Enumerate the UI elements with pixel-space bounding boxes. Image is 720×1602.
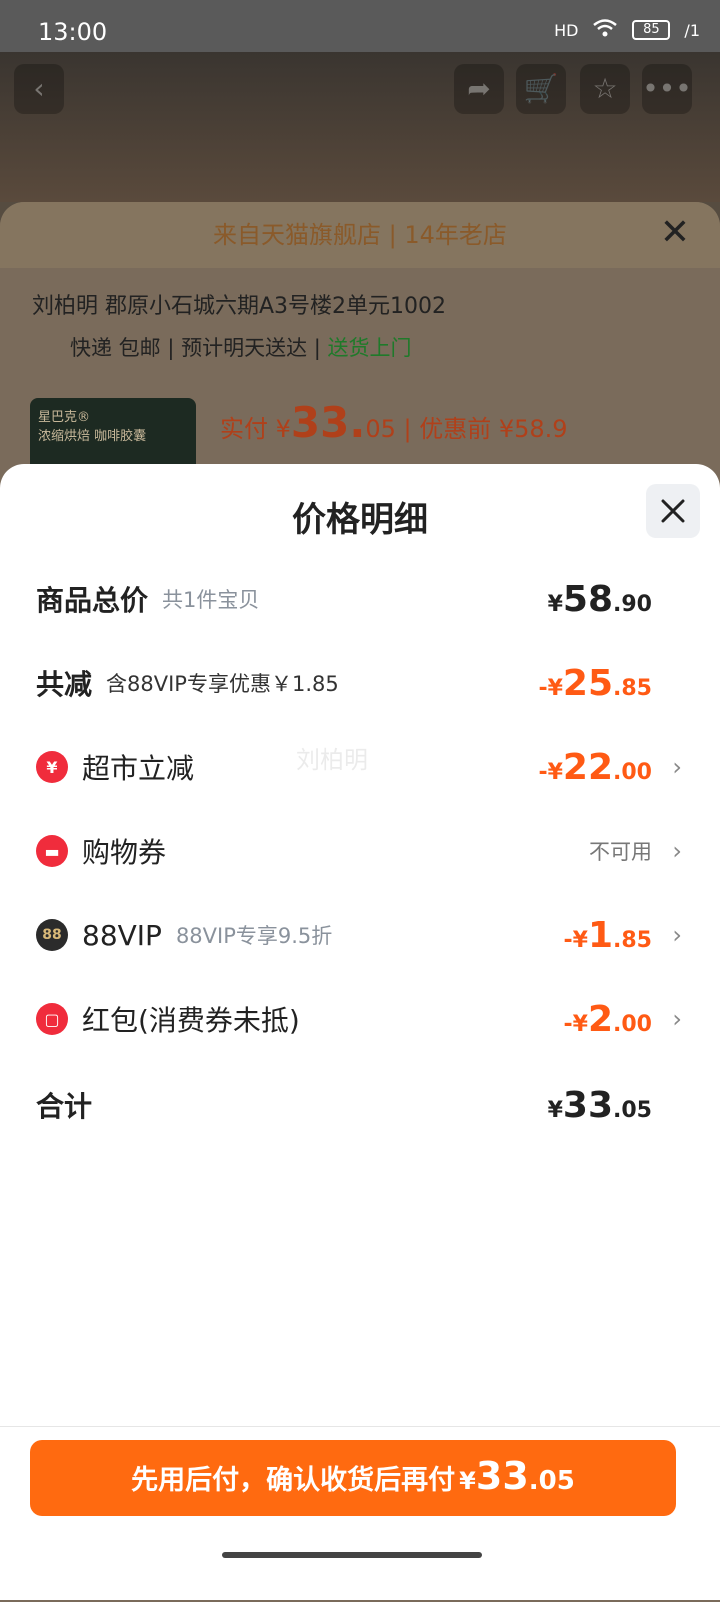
amount-int: 1: [587, 914, 614, 956]
chevron-right-icon: ›: [672, 753, 682, 781]
signal-icon: HD: [554, 20, 579, 40]
row-label: 购物券: [82, 836, 167, 869]
share-icon: ➦: [454, 64, 504, 114]
row-grand-total: 合计 ¥33.05: [36, 1080, 682, 1130]
amount-dec: .00: [613, 1011, 652, 1037]
ticket-icon: ▬: [36, 835, 68, 867]
currency: -¥: [563, 927, 588, 953]
currency: -¥: [538, 759, 563, 785]
close-button[interactable]: [646, 484, 700, 538]
delivery-tag: 送货上门: [327, 336, 412, 360]
delivery-info: 快递 包邮 | 预计明天送达 | 送货上门: [70, 332, 412, 362]
store-banner: 来自天猫旗舰店 | 14年老店: [0, 202, 720, 268]
home-indicator[interactable]: [222, 1552, 482, 1558]
delivery-text: 快递 包邮 | 预计明天送达 |: [70, 336, 321, 360]
amount-int: 33: [562, 1084, 614, 1126]
paid-price: 实付 ¥33.05 | 优惠前 ¥58.9: [220, 398, 568, 447]
amount-dec: .85: [613, 927, 652, 953]
pay-amount-int: 33: [475, 1454, 529, 1498]
chevron-right-icon: ›: [672, 837, 682, 865]
row-total-discount: 共减 含88VIP专享优惠￥1.85 -¥ 25.85: [36, 658, 682, 708]
currency: -¥: [563, 1011, 588, 1037]
row-label: 88VIP: [82, 918, 162, 952]
row-amount: -¥ 22.00: [538, 747, 652, 788]
pay-amount-dec: .05: [528, 1466, 575, 1496]
row-label: 超市立减: [82, 752, 195, 785]
row-sub: 88VIP专享9.5折: [175, 924, 333, 948]
row-88vip[interactable]: 88 88VIP 88VIP专享9.5折 -¥ 1.85 ›: [36, 910, 682, 960]
currency: -¥: [538, 675, 563, 701]
row-label: 共减: [36, 668, 93, 701]
row-amount: -¥ 2.00: [564, 999, 653, 1040]
vip88-icon: 88: [36, 919, 68, 951]
chevron-right-icon: ›: [672, 1005, 682, 1033]
price-detail-sheet: 价格明细 刘柏明 商品总价 共1件宝贝 ¥58.90 共减 含88VIP专享优惠…: [0, 464, 720, 1600]
amount-dec: .90: [613, 591, 652, 617]
pay-button-label: 先用后付，确认收货后再付: [131, 1465, 456, 1496]
more-icon: •••: [642, 64, 692, 114]
row-amount: -¥ 25.85: [538, 663, 652, 704]
cart-icon: 🛒: [516, 64, 566, 114]
chevron-right-icon: ›: [672, 921, 682, 949]
row-label: 合计: [36, 1090, 93, 1123]
amount-dec: .00: [613, 759, 652, 785]
status-icons: HD 85 /1: [554, 18, 700, 42]
row-goods-total: 商品总价 共1件宝贝 ¥58.90: [36, 574, 682, 624]
before-price: | 优惠前 ¥58.9: [403, 415, 568, 443]
currency: ¥: [547, 591, 563, 617]
row-red-packet[interactable]: ▢ 红包(消费券未抵) -¥ 2.00 ›: [36, 994, 682, 1044]
row-label: 商品总价: [36, 584, 149, 617]
row-sub: 共1件宝贝: [162, 588, 260, 612]
favorite-icon: ☆: [580, 64, 630, 114]
pay-currency: ¥: [459, 1467, 476, 1495]
close-icon: [661, 499, 685, 523]
paid-label: 实付 ¥: [220, 415, 291, 443]
footer-divider: [0, 1426, 720, 1427]
row-label: 红包(消费券未抵): [82, 1004, 300, 1037]
row-supermarket-discount[interactable]: ¥ 超市立减 -¥ 22.00 ›: [36, 742, 682, 792]
status-time: 13:00: [38, 18, 108, 46]
close-icon: ✕: [659, 212, 690, 253]
status-bar: 13:00 HD 85 /1: [0, 0, 720, 52]
back-icon: ‹: [14, 64, 64, 114]
paid-int: 33.: [290, 398, 366, 447]
amount-dec: .85: [613, 675, 652, 701]
address-text: 刘柏明 郡原小石城六期A3号楼2单元1002: [32, 294, 447, 319]
sheet-title: 价格明细: [292, 500, 428, 540]
row-sub: 含88VIP专享优惠￥1.85: [106, 672, 339, 696]
pay-later-button[interactable]: 先用后付，确认收货后再付 ¥33.05: [30, 1440, 676, 1516]
amount-int: 25: [562, 662, 614, 704]
row-shopping-coupon[interactable]: ▬ 购物券 不可用 ›: [36, 826, 682, 876]
wifi-icon: [592, 18, 618, 42]
battery-icon: 85: [632, 20, 671, 40]
row-amount: -¥ 1.85: [564, 915, 653, 956]
status-extra: /1: [684, 20, 700, 40]
red-packet-icon: ▢: [36, 1003, 68, 1035]
row-status: 不可用: [589, 840, 652, 864]
amount-int: 22: [562, 746, 614, 788]
yen-icon: ¥: [36, 751, 68, 783]
product-brand: 星巴克®: [38, 410, 91, 425]
paid-dec: 05: [365, 415, 396, 443]
amount-int: 58: [562, 578, 614, 620]
amount-int: 2: [587, 998, 614, 1040]
row-amount: ¥58.90: [548, 579, 652, 620]
amount-dec: .05: [613, 1097, 652, 1123]
row-amount: ¥33.05: [548, 1085, 652, 1126]
product-name: 浓缩烘焙 咖啡胶囊: [38, 429, 147, 444]
currency: ¥: [547, 1097, 563, 1123]
